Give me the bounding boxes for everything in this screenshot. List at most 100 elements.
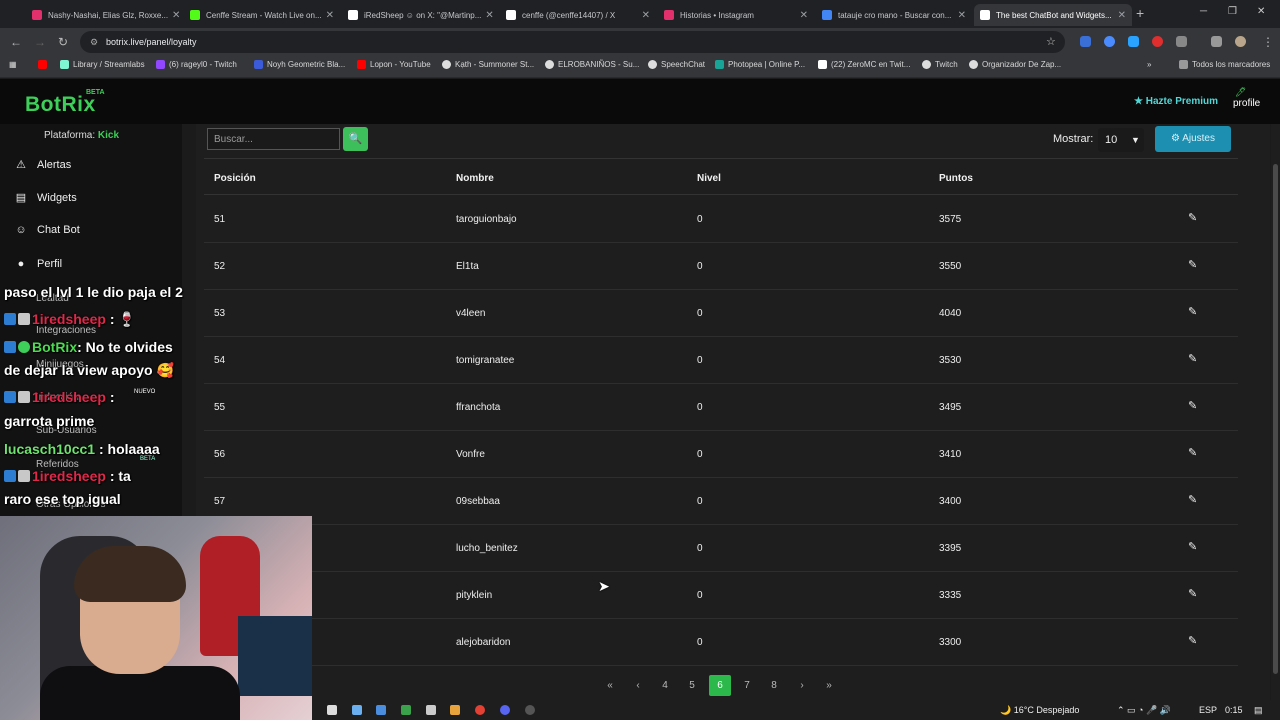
all-bookmarks-folder[interactable]: Todos los marcadores [1179,60,1270,69]
column-header-position[interactable]: Posición [214,173,256,184]
sidebar-item-perfil[interactable]: ● Perfil [14,258,62,270]
settings-button[interactable]: ⚙ Ajustes [1155,126,1231,152]
bookmark-item[interactable]: (22) ZeroMC en Twit... [818,60,910,69]
close-tab-icon[interactable]: ✕ [481,10,493,21]
discord-icon[interactable] [500,705,510,715]
edit-pencil-icon[interactable]: ✎ [1188,258,1197,271]
page-button-current[interactable]: 6 [709,675,731,696]
profile-link[interactable]: profile [1233,98,1260,109]
next-page-button[interactable]: › [791,675,813,696]
restore-icon[interactable]: ❐ [1228,6,1237,17]
close-tab-icon[interactable]: ✕ [168,10,180,21]
extension-icon[interactable] [1080,36,1091,47]
bookmark-item[interactable]: Library / Streamlabs [60,60,145,69]
cell-position: 55 [214,402,226,413]
edit-pencil-icon[interactable]: ✎ [1188,446,1197,459]
edit-pencil-icon[interactable]: ✎ [1188,352,1197,365]
sidebar-item-chatbot[interactable]: ☺ Chat Bot [14,224,79,236]
sidebar-item-alertas[interactable]: ⚠ Alertas [14,158,71,172]
browser-tab[interactable]: Historias • Instagram ✕ [658,4,814,26]
page-button[interactable]: 7 [736,675,758,696]
close-tab-icon[interactable]: ✕ [322,10,334,21]
bookmark-item[interactable]: Lopon - YouTube [357,60,431,69]
page-button[interactable]: 5 [681,675,703,696]
browser-tab[interactable]: Nashy-Nashai, Elias Glz, Roxxe... ✕ [26,4,182,26]
column-header-points[interactable]: Puntos [939,173,973,184]
browser-tab[interactable]: cenffe (@cenffe14407) / X ✕ [500,4,656,26]
apps-grid-icon[interactable]: ▦ [9,60,17,69]
language-indicator[interactable]: ESP [1199,705,1217,715]
browser-tab[interactable]: iRedSheep ☺ on X: "@Martinp... ✕ [342,4,498,26]
search-button[interactable]: 🔍 [343,127,368,151]
clock[interactable]: 0:15 [1225,705,1243,715]
extension-icon[interactable] [1104,36,1115,47]
edit-pencil-icon[interactable]: ✎ [1188,540,1197,553]
close-tab-icon[interactable]: ✕ [796,10,808,21]
taskbar-app-icon[interactable] [327,705,337,715]
bookmark-item[interactable]: Twitch [922,60,958,69]
notifications-icon[interactable]: ▤ [1254,705,1263,716]
edit-pencil-icon[interactable]: ✎ [1188,587,1197,600]
prev-page-button[interactable]: ‹ [627,675,649,696]
new-tab-icon[interactable]: + [1136,5,1144,21]
chrome-icon[interactable] [475,705,485,715]
first-page-button[interactable]: « [599,675,621,696]
column-header-level[interactable]: Nivel [697,173,721,184]
url-field[interactable]: ⚙ botrix.live/panel/loyalty [80,31,1065,53]
page-button[interactable]: 8 [763,675,785,696]
minimize-icon[interactable]: ─ [1200,6,1207,17]
site-info-icon[interactable]: ⚙ [90,31,98,53]
mouse-cursor-icon: ➤ [598,578,610,594]
browser-tab-active[interactable]: The best ChatBot and Widgets... ✕ [974,4,1132,26]
extensions-puzzle-icon[interactable] [1176,36,1187,47]
browser-tab[interactable]: Cenffe Stream - Watch Live on... ✕ [184,4,340,26]
extension-icon[interactable] [1152,36,1163,47]
bookmark-item[interactable]: SpeechChat [648,60,705,69]
cell-points: 3550 [939,261,962,272]
taskbar-app-icon[interactable] [401,705,411,715]
scrollbar-thumb[interactable] [1273,164,1278,674]
page-button[interactable]: 4 [654,675,676,696]
taskbar-app-icon[interactable] [352,705,362,715]
search-input[interactable] [207,128,340,150]
extension-icon[interactable] [1128,36,1139,47]
page-scrollbar[interactable] [1271,124,1280,700]
taskbar-app-icon[interactable] [450,705,460,715]
column-header-name[interactable]: Nombre [456,173,494,184]
forward-icon[interactable]: → [34,35,46,49]
media-controls-icon[interactable] [1211,36,1222,47]
edit-pencil-icon[interactable]: ✎ [1188,211,1197,224]
edit-pencil-icon[interactable]: ✎ [1188,634,1197,647]
more-bookmarks-icon[interactable]: » [1147,60,1151,69]
close-tab-icon[interactable]: ✕ [638,10,650,21]
close-tab-icon[interactable]: ✕ [1114,10,1126,21]
bookmark-item[interactable]: Kạth - Summoner St... [442,60,534,69]
bookmark-star-icon[interactable]: ☆ [1046,35,1056,48]
browser-menu-icon[interactable]: ⋮ [1262,35,1274,49]
edit-pencil-icon[interactable]: ✎ [1188,305,1197,318]
taskbar-app-icon[interactable] [376,705,386,715]
bookmark-item[interactable]: ELROBANIÑOS - Su... [545,60,639,69]
sidebar-item-widgets[interactable]: ▤ Widgets [14,191,77,205]
bookmark-item[interactable]: Noyh Geometric Bla... [254,60,345,69]
back-icon[interactable]: ← [10,35,22,49]
bookmark-item[interactable]: Organizador De Zap... [969,60,1061,69]
tray-icons[interactable]: ⌃ ▭ ◔ 🎤 🔊 [1117,705,1171,716]
botrix-logo[interactable]: BotRix [25,93,96,117]
bookmark-item[interactable]: Photopea | Online P... [715,60,805,69]
browser-tab[interactable]: tatauje cro mano - Buscar con... ✕ [816,4,972,26]
bookmark-item[interactable] [38,60,51,69]
premium-link[interactable]: ★ Hazte Premium [1134,96,1218,107]
bookmark-item[interactable]: (6) rageyl0 - Twitch [156,60,237,69]
edit-pencil-icon[interactable]: ✎ [1188,493,1197,506]
close-window-icon[interactable]: ✕ [1257,6,1265,17]
edit-pencil-icon[interactable]: ✎ [1188,399,1197,412]
taskbar-app-icon[interactable] [426,705,436,715]
reload-icon[interactable]: ↻ [58,35,68,49]
last-page-button[interactable]: » [818,675,840,696]
page-size-select[interactable]: 10 ▼ [1098,128,1144,152]
weather-widget[interactable]: 🌙 16°C Despejado [1000,705,1079,716]
obs-icon[interactable] [525,705,535,715]
profile-avatar-icon[interactable] [1235,36,1246,47]
close-tab-icon[interactable]: ✕ [954,10,966,21]
